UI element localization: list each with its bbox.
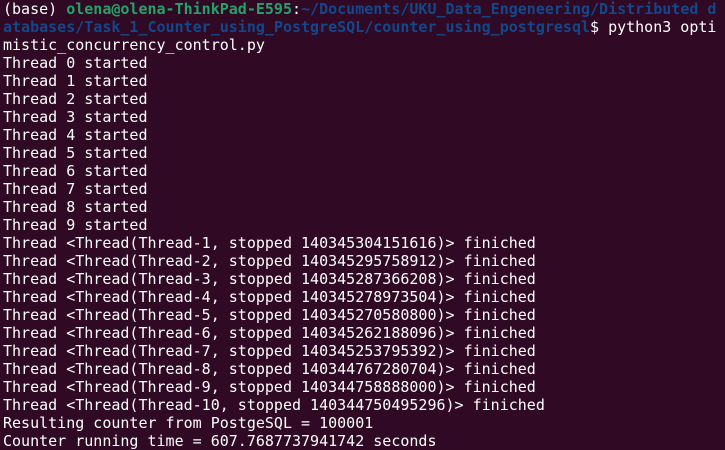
output-line: Thread 5 started — [3, 144, 148, 162]
prompt-user-host: olena@olena-ThinkPad-E595 — [66, 0, 292, 18]
output-line: Thread 4 started — [3, 126, 148, 144]
command-line: (base) olena@olena-ThinkPad-E595:~/Docum… — [3, 0, 725, 54]
output-line: Thread 8 started — [3, 198, 148, 216]
output-line: Thread <Thread(Thread-1, stopped 1403453… — [3, 234, 536, 252]
output-line: Thread 6 started — [3, 162, 148, 180]
output-line: Thread 3 started — [3, 108, 148, 126]
output-line: Thread 7 started — [3, 180, 148, 198]
conda-env: (base) — [3, 0, 67, 18]
output-line: Counter running time = 607.7687737941742… — [3, 432, 437, 450]
output-line: Thread 1 started — [3, 72, 148, 90]
output-line: Thread <Thread(Thread-4, stopped 1403452… — [3, 288, 536, 306]
output-line: Thread <Thread(Thread-7, stopped 1403452… — [3, 342, 536, 360]
output-line: Resulting counter from PostgeSQL = 10000… — [3, 414, 374, 432]
output-line: Thread <Thread(Thread-10, stopped 140344… — [3, 396, 545, 414]
output-lines: Thread 0 started Thread 1 started Thread 2… — [3, 54, 725, 450]
output-line: Thread <Thread(Thread-9, stopped 1403447… — [3, 378, 536, 396]
output-line: Thread <Thread(Thread-2, stopped 1403452… — [3, 252, 536, 270]
output-line: Thread <Thread(Thread-3, stopped 1403452… — [3, 270, 536, 288]
output-line: Thread <Thread(Thread-6, stopped 1403452… — [3, 324, 536, 342]
output-line: Thread 0 started — [3, 54, 148, 72]
output-line: Thread 2 started — [3, 90, 148, 108]
output-line: Thread <Thread(Thread-5, stopped 1403452… — [3, 306, 536, 324]
terminal-output[interactable]: (base) olena@olena-ThinkPad-E595:~/Docum… — [0, 0, 725, 450]
prompt-colon: : — [292, 0, 302, 18]
prompt-symbol: $ — [590, 18, 609, 36]
output-line: Thread <Thread(Thread-8, stopped 1403447… — [3, 360, 536, 378]
output-line: Thread 9 started — [3, 216, 148, 234]
